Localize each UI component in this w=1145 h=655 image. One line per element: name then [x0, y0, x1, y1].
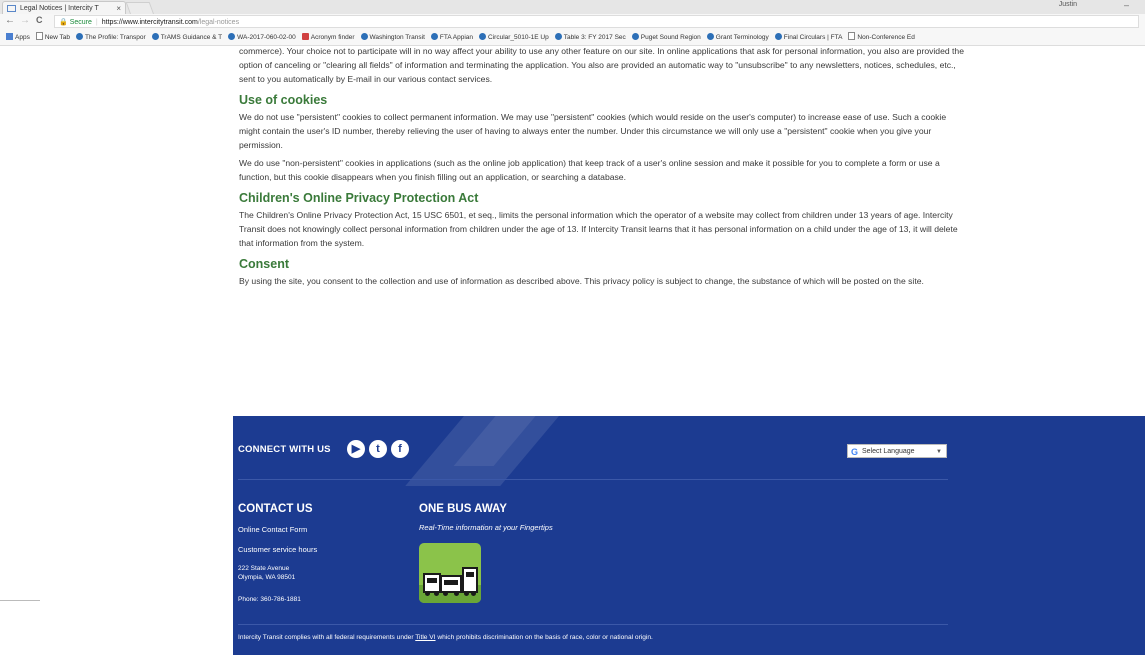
bookmark-item[interactable]: Apps — [6, 30, 30, 45]
doc-icon — [35, 32, 43, 40]
divider: | — [95, 19, 98, 26]
language-label: Select Language — [862, 448, 915, 455]
bookmark-item[interactable]: Non-Conference Ed — [848, 30, 915, 45]
onebusaway-app-icon[interactable] — [419, 543, 481, 603]
google-icon: G — [851, 447, 859, 457]
bookmark-item[interactable]: New Tab — [35, 30, 70, 45]
bookmark-item[interactable]: Washington Transit — [360, 30, 425, 45]
bookmark-label: WA-2017-060-02-00 — [237, 34, 296, 41]
facebook-icon[interactable]: f — [391, 440, 409, 458]
circle-icon — [228, 33, 236, 40]
onebus-tagline: Real-Time information at your Fingertips — [419, 523, 553, 532]
bookmark-item[interactable]: Circular_5010-1E Up — [479, 30, 549, 45]
dropdown-arrow-icon: ▼ — [936, 449, 942, 455]
browser-tab[interactable]: Legal Notices | Intercity T × — [2, 1, 126, 14]
bookmark-item[interactable]: Table 3: FY 2017 Sec — [554, 30, 626, 45]
twitter-icon[interactable]: t — [369, 440, 387, 458]
bookmark-label: Grant Terminology — [715, 34, 769, 41]
consent-paragraph: By using the site, you consent to the co… — [239, 276, 924, 286]
compliance-text: Intercity Transit complies with all fede… — [238, 634, 416, 641]
reload-icon[interactable]: C — [36, 15, 43, 25]
phone: Phone: 360-786-1881 — [238, 596, 301, 603]
browser-tab-bar: Legal Notices | Intercity T × Justin – — [0, 0, 1145, 15]
bookmark-label: Apps — [15, 34, 30, 41]
coppa-heading: Children's Online Privacy Protection Act — [239, 191, 479, 205]
lock-icon: 🔒 — [59, 19, 68, 26]
cookies-paragraph-2: We do use "non-persistent" cookies in ap… — [239, 158, 940, 182]
circle-icon — [360, 33, 368, 40]
bookmark-label: Puget Sound Region — [640, 34, 701, 41]
sq-icon — [301, 33, 309, 40]
connect-label: CONNECT WITH US — [238, 444, 331, 455]
bookmark-label: Final Circulars | FTA — [783, 34, 843, 41]
bookmark-item[interactable]: Grant Terminology — [706, 30, 769, 45]
service-hours-link[interactable]: Customer service hours — [238, 545, 317, 554]
profile-name[interactable]: Justin — [1059, 1, 1077, 8]
cookies-heading: Use of cookies — [239, 93, 328, 107]
coppa-paragraph: The Children's Online Privacy Protection… — [239, 210, 958, 248]
bookmark-label: Table 3: FY 2017 Sec — [563, 34, 626, 41]
contact-form-link[interactable]: Online Contact Form — [238, 525, 307, 534]
bookmark-item[interactable]: The Profile: Transpor — [76, 30, 146, 45]
circle-icon — [631, 33, 639, 40]
divider — [238, 479, 948, 480]
train-icon — [423, 573, 441, 596]
circle-icon — [151, 33, 159, 40]
circle-icon — [76, 33, 83, 40]
tab-close-icon[interactable]: × — [116, 2, 121, 14]
circle-icon — [430, 33, 438, 40]
url-path: /legal-notices — [197, 19, 240, 26]
site-footer: CONNECT WITH US ▶ t f G Select Language … — [233, 416, 1145, 655]
bookmark-label: Circular_5010-1E Up — [488, 34, 549, 41]
onebus-heading: ONE BUS AWAY — [419, 503, 507, 515]
youtube-icon[interactable]: ▶ — [347, 440, 365, 458]
cookies-paragraph-1: We do not use "persistent" cookies to co… — [239, 112, 947, 150]
bookmark-item[interactable]: FTA Appian — [430, 30, 474, 45]
address-line-2: Olympia, WA 98501 — [238, 574, 296, 581]
bus-icon — [440, 575, 462, 596]
intro-paragraph: commerce). Your choice not to participat… — [239, 46, 964, 84]
bookmark-label: The Profile: Transpor — [85, 34, 146, 41]
divider — [238, 624, 948, 625]
compliance-text: which prohibits discrimination on the ba… — [435, 634, 653, 641]
bookmark-item[interactable]: TrAMS Guidance & T — [151, 30, 223, 45]
bookmark-label: Washington Transit — [369, 34, 425, 41]
bookmark-label: New Tab — [44, 34, 70, 41]
contact-heading: CONTACT US — [238, 503, 313, 515]
address-line-1: 222 State Avenue — [238, 565, 290, 572]
forward-icon[interactable]: → — [20, 15, 30, 26]
minimize-button[interactable]: – — [1124, 0, 1129, 10]
bookmark-label: Non-Conference Ed — [857, 34, 915, 41]
doc-icon — [848, 32, 856, 40]
bookmark-item[interactable]: Final Circulars | FTA — [774, 30, 843, 45]
bookmark-label: TrAMS Guidance & T — [160, 34, 223, 41]
title-vi-link[interactable]: Title VI — [415, 634, 435, 641]
tab-title: Legal Notices | Intercity T — [20, 5, 99, 12]
divider — [0, 600, 40, 601]
compliance-notice: Intercity Transit complies with all fede… — [238, 634, 653, 641]
grid-icon — [6, 33, 13, 40]
browser-toolbar: ← → C 🔒 Secure | https://www.intercitytrans… — [0, 14, 1145, 30]
circle-icon — [554, 33, 562, 40]
circle-icon — [774, 33, 782, 40]
secure-label: Secure — [69, 19, 92, 26]
bookmark-item[interactable]: Acronym finder — [301, 30, 355, 45]
tram-icon — [462, 567, 478, 596]
page-icon — [7, 5, 16, 12]
address-bar[interactable]: 🔒 Secure | https://www.intercitytransit.com… — [54, 15, 1139, 28]
language-select[interactable]: G Select Language ▼ — [847, 444, 947, 458]
back-icon[interactable]: ← — [5, 15, 15, 26]
url-host: https://www.intercitytransit.com — [101, 19, 198, 26]
bookmark-item[interactable]: Puget Sound Region — [631, 30, 701, 45]
legal-notices-content: commerce). Your choice not to participat… — [239, 44, 964, 292]
address: 222 State Avenue Olympia, WA 98501 — [238, 564, 295, 582]
bookmark-label: FTA Appian — [439, 34, 474, 41]
circle-icon — [706, 33, 714, 40]
bookmark-label: Acronym finder — [310, 34, 355, 41]
circle-icon — [479, 33, 487, 40]
consent-heading: Consent — [239, 257, 289, 271]
bookmark-item[interactable]: WA-2017-060-02-00 — [228, 30, 296, 45]
